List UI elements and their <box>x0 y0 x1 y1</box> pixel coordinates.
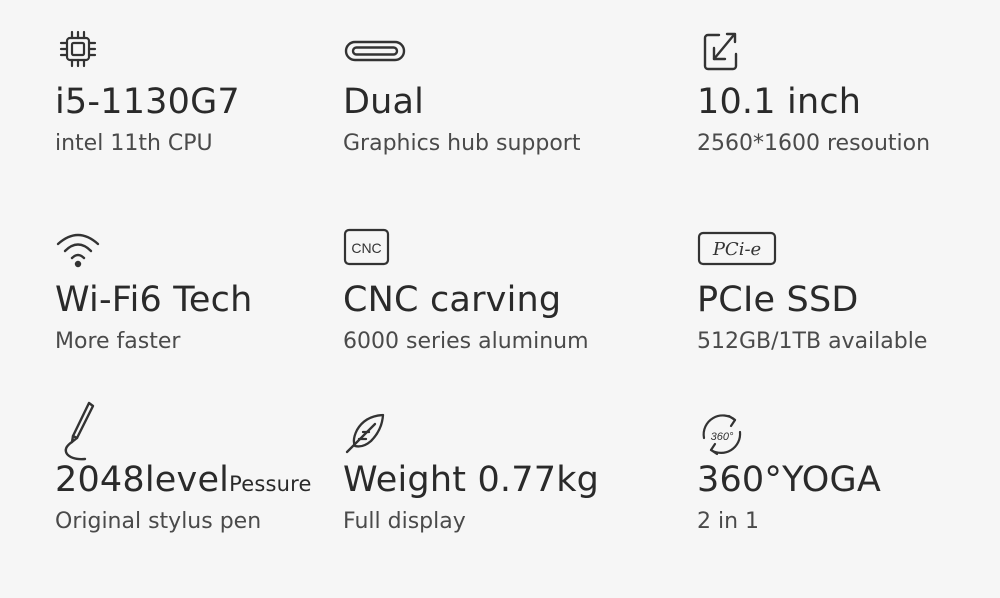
feature-title: 2048levelPessure <box>55 460 312 500</box>
feature-grid: i5-1130G7 intel 11th CPU Dual Graphics h… <box>0 0 1000 592</box>
feature-yoga: 360° 360°YOGA 2 in 1 <box>697 408 997 598</box>
feature-weight: Weight 0.77kg Full display <box>343 408 643 598</box>
pcie-badge-icon: PCi-e <box>697 224 787 276</box>
rotate-360-icon: 360° <box>697 408 787 460</box>
feature-subtitle: 6000 series aluminum <box>343 329 589 354</box>
feature-title: Weight 0.77kg <box>343 460 600 500</box>
feature-title: PCIe SSD <box>697 280 859 320</box>
feature-stylus: 2048levelPessure Original stylus pen <box>55 401 355 598</box>
usb-c-port-icon <box>343 26 433 78</box>
feature-pcie-ssd: PCi-e PCIe SSD 512GB/1TB available <box>697 224 997 414</box>
feature-title: CNC carving <box>343 280 562 320</box>
feature-subtitle: Original stylus pen <box>55 509 262 534</box>
feature-subtitle: Full display <box>343 509 466 534</box>
svg-text:PCi-e: PCi-e <box>712 239 761 260</box>
feature-subtitle: 2560*1600 resoution <box>697 131 931 156</box>
svg-text:CNC: CNC <box>351 240 381 256</box>
feature-subtitle: More faster <box>55 329 181 354</box>
feather-icon <box>343 408 433 460</box>
feature-title: 10.1 inch <box>697 82 862 122</box>
feature-subtitle: intel 11th CPU <box>55 131 213 156</box>
cpu-chip-icon <box>55 26 145 78</box>
feature-title-suffix: Pessure <box>229 472 312 496</box>
wifi-icon <box>55 224 145 276</box>
feature-title: Wi-Fi6 Tech <box>55 280 253 320</box>
cnc-badge-icon: CNC <box>343 224 433 276</box>
feature-title: i5-1130G7 <box>55 82 240 122</box>
feature-display-size: 10.1 inch 2560*1600 resoution <box>697 26 997 216</box>
feature-subtitle: 512GB/1TB available <box>697 329 928 354</box>
resize-arrow-icon <box>697 26 787 78</box>
feature-subtitle: Graphics hub support <box>343 131 581 156</box>
feature-subtitle: 2 in 1 <box>697 509 760 534</box>
feature-cnc: CNC CNC carving 6000 series aluminum <box>343 224 643 414</box>
feature-cpu: i5-1130G7 intel 11th CPU <box>55 26 355 216</box>
feature-title: 360°YOGA <box>697 460 881 500</box>
svg-text:360°: 360° <box>711 431 734 443</box>
stylus-pen-icon <box>55 401 145 461</box>
feature-wifi: Wi-Fi6 Tech More faster <box>55 224 355 414</box>
feature-title: Dual <box>343 82 425 122</box>
feature-graphics-hub: Dual Graphics hub support <box>343 26 643 216</box>
